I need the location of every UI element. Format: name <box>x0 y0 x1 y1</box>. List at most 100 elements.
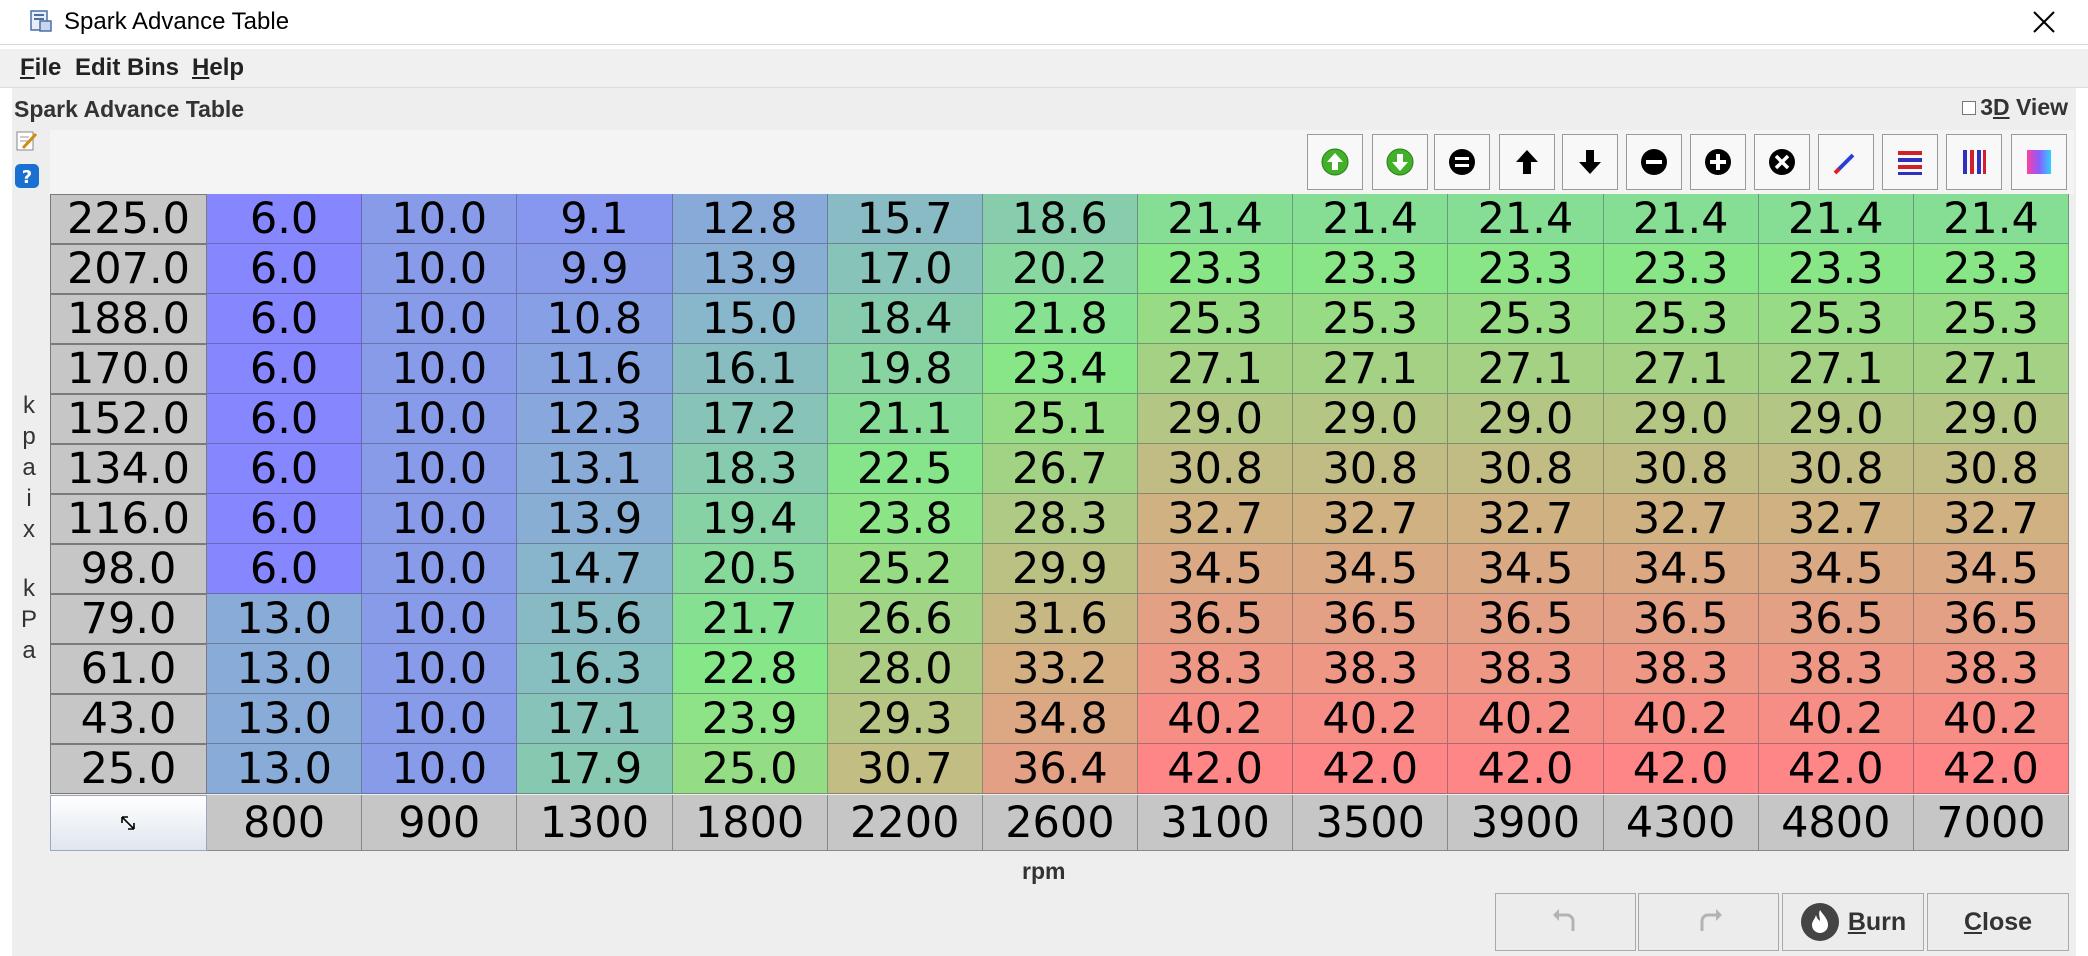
table-cell[interactable]: 34.5 <box>1603 544 1759 594</box>
window-close-button[interactable] <box>2020 2 2068 42</box>
table-cell[interactable]: 36.4 <box>982 744 1139 794</box>
table-cell[interactable]: 25.3 <box>1913 294 2070 344</box>
table-cell[interactable]: 19.8 <box>827 344 983 394</box>
table-cell[interactable]: 33.2 <box>982 644 1139 694</box>
table-cell[interactable]: 10.0 <box>362 644 518 694</box>
table-cell[interactable]: 34.5 <box>1758 544 1914 594</box>
table-cell[interactable]: 25.3 <box>1448 294 1604 344</box>
table-cell[interactable]: 18.6 <box>982 194 1139 244</box>
table-cell[interactable]: 32.7 <box>1448 494 1604 544</box>
table-cell[interactable]: 17.1 <box>517 694 673 744</box>
table-cell[interactable]: 25.3 <box>1138 294 1294 344</box>
table-cell[interactable]: 36.5 <box>1913 594 2070 644</box>
table-cell[interactable]: 42.0 <box>1758 744 1914 794</box>
table-cell[interactable]: 38.3 <box>1138 644 1294 694</box>
table-cell[interactable]: 21.1 <box>827 394 983 444</box>
table-cell[interactable]: 38.3 <box>1448 644 1604 694</box>
x-bin-cell[interactable]: 3100 <box>1138 795 1294 851</box>
decrease-table-button[interactable] <box>1372 134 1428 190</box>
table-cell[interactable]: 34.5 <box>1138 544 1294 594</box>
table-cell[interactable]: 21.8 <box>982 294 1139 344</box>
table-corner-button[interactable] <box>50 795 207 851</box>
table-cell[interactable]: 6.0 <box>206 244 363 294</box>
table-cell[interactable]: 32.7 <box>1758 494 1914 544</box>
set-equal-button[interactable] <box>1434 134 1490 190</box>
table-cell[interactable]: 34.5 <box>1293 544 1449 594</box>
y-bin-cell[interactable]: 170.0 <box>50 344 207 394</box>
table-cell[interactable]: 34.8 <box>982 694 1139 744</box>
table-cell[interactable]: 21.4 <box>1758 194 1914 244</box>
table-cell[interactable]: 14.7 <box>517 544 673 594</box>
table-cell[interactable]: 16.3 <box>517 644 673 694</box>
table-cell[interactable]: 10.0 <box>362 694 518 744</box>
table-cell[interactable]: 13.0 <box>206 694 363 744</box>
table-cell[interactable]: 22.5 <box>827 444 983 494</box>
table-cell[interactable]: 30.8 <box>1913 444 2070 494</box>
y-bin-cell[interactable]: 134.0 <box>50 444 207 494</box>
table-cell[interactable]: 15.6 <box>517 594 673 644</box>
table-cell[interactable]: 6.0 <box>206 194 363 244</box>
table-cell[interactable]: 42.0 <box>1603 744 1759 794</box>
table-cell[interactable]: 18.3 <box>672 444 828 494</box>
table-cell[interactable]: 10.0 <box>362 294 518 344</box>
menu-file[interactable]: File <box>20 53 61 83</box>
table-cell[interactable]: 6.0 <box>206 294 363 344</box>
table-cell[interactable]: 12.8 <box>672 194 828 244</box>
x-bin-cell[interactable]: 4800 <box>1758 795 1914 851</box>
table-cell[interactable]: 10.0 <box>362 744 518 794</box>
table-cell[interactable]: 10.0 <box>362 244 518 294</box>
table-cell[interactable]: 38.3 <box>1293 644 1449 694</box>
table-cell[interactable]: 22.8 <box>672 644 828 694</box>
table-cell[interactable]: 19.4 <box>672 494 828 544</box>
table-cell[interactable]: 42.0 <box>1138 744 1294 794</box>
table-cell[interactable]: 38.3 <box>1603 644 1759 694</box>
table-cell[interactable]: 21.4 <box>1293 194 1449 244</box>
table-cell[interactable]: 31.6 <box>982 594 1139 644</box>
table-cell[interactable]: 10.0 <box>362 394 518 444</box>
table-cell[interactable]: 42.0 <box>1293 744 1449 794</box>
table-cell[interactable]: 20.5 <box>672 544 828 594</box>
table-cell[interactable]: 23.9 <box>672 694 828 744</box>
menu-help[interactable]: Help <box>192 53 244 83</box>
table-cell[interactable]: 17.0 <box>827 244 983 294</box>
table-cell[interactable]: 10.0 <box>362 544 518 594</box>
x-bin-cell[interactable]: 3500 <box>1293 795 1449 851</box>
table-cell[interactable]: 42.0 <box>1913 744 2070 794</box>
undo-button[interactable] <box>1495 893 1636 951</box>
table-cell[interactable]: 6.0 <box>206 494 363 544</box>
table-cell[interactable]: 38.3 <box>1913 644 2070 694</box>
table-cell[interactable]: 10.0 <box>362 194 518 244</box>
table-cell[interactable]: 10.0 <box>362 444 518 494</box>
table-cell[interactable]: 23.3 <box>1138 244 1294 294</box>
table-cell[interactable]: 21.4 <box>1913 194 2070 244</box>
table-cell[interactable]: 12.3 <box>517 394 673 444</box>
checkbox-box[interactable] <box>1962 100 1977 115</box>
y-bin-cell[interactable]: 25.0 <box>50 744 207 794</box>
table-cell[interactable]: 15.7 <box>827 194 983 244</box>
table-cell[interactable]: 23.3 <box>1603 244 1759 294</box>
table-cell[interactable]: 27.1 <box>1448 344 1604 394</box>
table-cell[interactable]: 29.0 <box>1603 394 1759 444</box>
x-bin-cell[interactable]: 900 <box>362 795 518 851</box>
table-cell[interactable]: 30.8 <box>1758 444 1914 494</box>
table-cell[interactable]: 28.0 <box>827 644 983 694</box>
table-cell[interactable]: 15.0 <box>672 294 828 344</box>
table-cell[interactable]: 42.0 <box>1448 744 1604 794</box>
y-bin-cell[interactable]: 61.0 <box>50 644 207 694</box>
x-bin-cell[interactable]: 7000 <box>1913 795 2070 851</box>
table-cell[interactable]: 40.2 <box>1448 694 1604 744</box>
table-cell[interactable]: 36.5 <box>1758 594 1914 644</box>
table-cell[interactable]: 32.7 <box>1603 494 1759 544</box>
table-cell[interactable]: 34.5 <box>1448 544 1604 594</box>
table-cell[interactable]: 38.3 <box>1758 644 1914 694</box>
table-cell[interactable]: 29.0 <box>1293 394 1449 444</box>
table-cell[interactable]: 29.0 <box>1758 394 1914 444</box>
table-cell[interactable]: 23.8 <box>827 494 983 544</box>
table-cell[interactable]: 10.8 <box>517 294 673 344</box>
x-bin-cell[interactable]: 2600 <box>982 795 1139 851</box>
table-cell[interactable]: 25.0 <box>672 744 828 794</box>
interpolate-button[interactable] <box>1818 134 1874 190</box>
table-cell[interactable]: 32.7 <box>1138 494 1294 544</box>
table-cell[interactable]: 30.8 <box>1603 444 1759 494</box>
table-cell[interactable]: 23.4 <box>982 344 1139 394</box>
